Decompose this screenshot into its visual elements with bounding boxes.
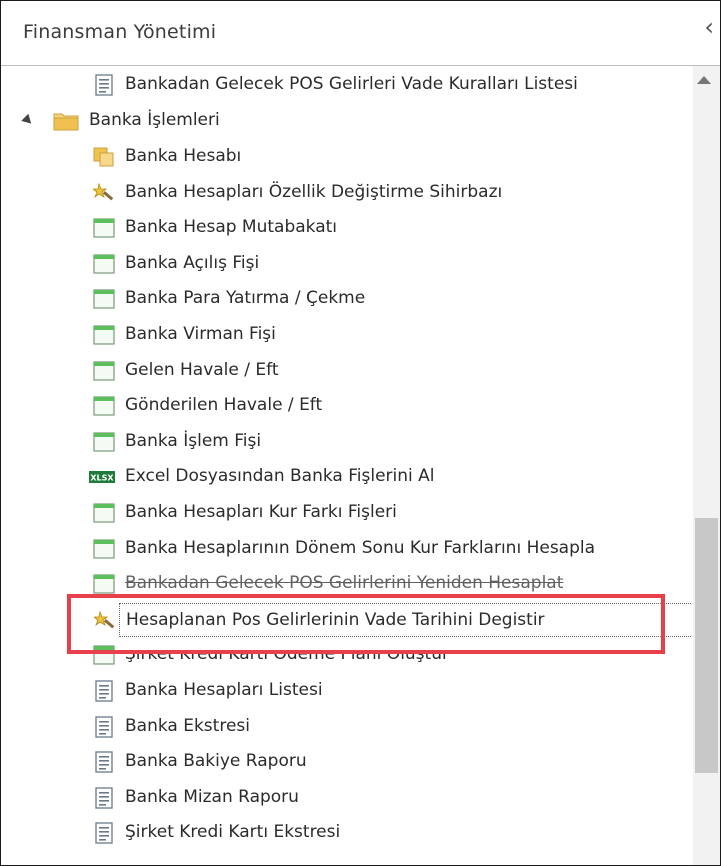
tree-item[interactable]: Gelen Havale / Eft xyxy=(1,354,692,388)
tree-item-label: Banka Hesapları Listesi xyxy=(125,680,323,700)
tree-item-label: Bankadan Gelecek POS Gelirleri Vade Kura… xyxy=(125,74,578,94)
tree-folder-label: Banka İşlemleri xyxy=(89,110,220,130)
tree-item[interactable]: Banka Hesapları Özellik Değiştirme Sihir… xyxy=(1,176,692,210)
tree-item-label: Banka Hesabı xyxy=(125,146,242,166)
form-icon xyxy=(93,360,115,382)
tree-item[interactable]: Banka Açılış Fişi xyxy=(1,247,692,281)
tree-item-label: Banka Hesapları Kur Farkı Fişleri xyxy=(125,502,397,522)
tree-item-label: Bankadan Gelecek POS Gelirlerini Yeniden… xyxy=(125,573,564,593)
tree-item-label: Banka Para Yatırma / Çekme xyxy=(125,288,366,308)
tree-item-pos-rules-list[interactable]: Bankadan Gelecek POS Gelirleri Vade Kura… xyxy=(1,68,692,102)
tree-item-label: Gönderilen Havale / Eft xyxy=(125,395,323,415)
tree-item-label: Banka Ekstresi xyxy=(125,716,250,736)
wizard-icon xyxy=(91,182,115,204)
tree-item-label: Banka Hesapları Özellik Değiştirme Sihir… xyxy=(125,182,503,202)
form-icon xyxy=(93,538,115,560)
list-icon xyxy=(93,751,115,773)
panel-header: Finansman Yönetimi ‹ xyxy=(1,1,720,66)
scroll-thumb[interactable] xyxy=(695,518,718,773)
tree-item[interactable]: Banka İşlem Fişi xyxy=(1,425,692,459)
list-icon xyxy=(93,680,115,702)
tree-item[interactable]: Banka Hesapları Listesi xyxy=(1,674,692,708)
tree-item[interactable]: Banka Ekstresi xyxy=(1,710,692,744)
tree-item-label: Şirket Kredi Kartı Ödeme Planı Oluştur xyxy=(125,644,449,664)
collapse-panel-icon[interactable]: ‹ xyxy=(704,15,714,39)
tree-item[interactable]: Banka Hesaplarının Dönem Sonu Kur Farkla… xyxy=(1,532,692,566)
folder-doc-icon xyxy=(93,146,115,168)
tree-item-label: Banka Açılış Fişi xyxy=(125,253,260,273)
form-icon xyxy=(93,253,115,275)
scroll-up-icon[interactable] xyxy=(697,76,711,84)
tree-item[interactable]: Şirket Kredi Kartı Ödeme Planı Oluştur xyxy=(1,638,692,672)
form-icon xyxy=(93,431,115,453)
xlsx-icon: XLSX xyxy=(89,466,115,488)
tree-item[interactable]: Banka Hesap Mutabakatı xyxy=(1,211,692,245)
list-icon xyxy=(93,822,115,844)
svg-text:XLSX: XLSX xyxy=(90,474,114,483)
form-icon xyxy=(93,573,115,595)
tree-item[interactable]: Banka Mizan Raporu xyxy=(1,781,692,815)
navigation-tree: Bankadan Gelecek POS Gelirleri Vade Kura… xyxy=(1,66,692,865)
expand-arrow-icon[interactable] xyxy=(21,113,35,128)
form-icon xyxy=(93,324,115,346)
tree-item-label: Banka Mizan Raporu xyxy=(125,787,299,807)
form-icon xyxy=(93,644,115,666)
tree-folder-banka-islemleri[interactable]: Banka İşlemleri xyxy=(1,104,692,138)
tree-item-label: Şirket Kredi Kartı Ekstresi xyxy=(125,822,341,842)
tree-item[interactable]: Banka Hesabı xyxy=(1,140,692,174)
wizard-icon xyxy=(92,610,116,632)
form-icon xyxy=(93,502,115,524)
form-icon xyxy=(93,288,115,310)
tree-item[interactable]: Banka Virman Fişi xyxy=(1,318,692,352)
tree-item-label: Gelen Havale / Eft xyxy=(125,360,279,380)
tree-item[interactable]: Banka Hesapları Kur Farkı Fişleri xyxy=(1,496,692,530)
vertical-scrollbar[interactable] xyxy=(693,66,720,865)
tree-item[interactable]: XLSX Excel Dosyasından Banka Fişlerini Al xyxy=(1,460,692,494)
folder-icon xyxy=(53,113,79,131)
tree-item[interactable]: Hesaplanan Pos Gelirlerinin Vade Tarihin… xyxy=(92,603,692,637)
form-icon xyxy=(93,217,115,239)
list-icon xyxy=(93,716,115,738)
tree-item[interactable]: Banka Bakiye Raporu xyxy=(1,745,692,779)
tree-item-label: Hesaplanan Pos Gelirlerinin Vade Tarihin… xyxy=(126,610,545,630)
tree-item[interactable]: Gönderilen Havale / Eft xyxy=(1,389,692,423)
tree-item-label: Banka Virman Fişi xyxy=(125,324,276,344)
list-icon xyxy=(95,74,113,96)
tree-item[interactable]: Şirket Kredi Kartı Ekstresi xyxy=(1,816,692,850)
tree-item-label: Banka Hesaplarının Dönem Sonu Kur Farkla… xyxy=(125,538,596,558)
list-icon xyxy=(93,787,115,809)
tree-item-label: Excel Dosyasından Banka Fişlerini Al xyxy=(125,466,435,486)
tree-item-label: Banka Hesap Mutabakatı xyxy=(125,217,338,237)
form-icon xyxy=(93,395,115,417)
tree-item[interactable]: Banka Para Yatırma / Çekme xyxy=(1,282,692,316)
tree-item-label: Banka Bakiye Raporu xyxy=(125,751,307,771)
tree-item-label: Banka İşlem Fişi xyxy=(125,431,262,451)
panel-title: Finansman Yönetimi xyxy=(23,21,217,43)
finance-panel: Finansman Yönetimi ‹ Bankadan Gelecek PO… xyxy=(0,0,721,866)
tree-item[interactable]: Bankadan Gelecek POS Gelirlerini Yeniden… xyxy=(1,567,692,601)
